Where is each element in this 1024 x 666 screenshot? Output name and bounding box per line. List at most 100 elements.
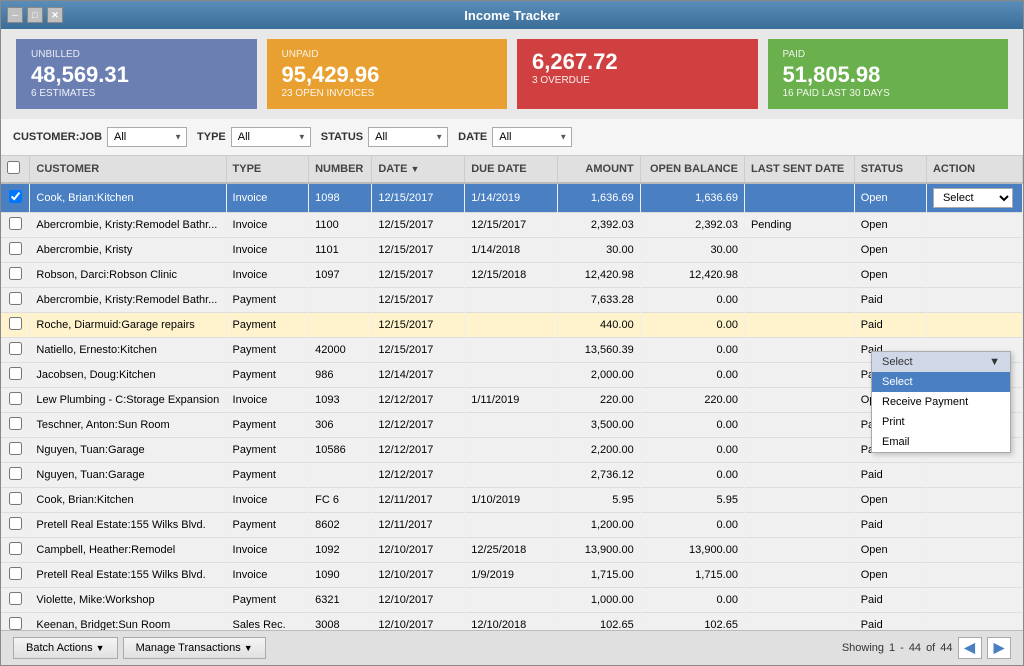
row-open-balance: 0.00	[640, 438, 744, 463]
row-checkbox[interactable]	[9, 342, 22, 355]
table-row: Pretell Real Estate:155 Wilks Blvd. Invo…	[1, 563, 1023, 588]
dropdown-item-email[interactable]: Email	[872, 432, 1010, 452]
row-checkbox[interactable]	[9, 617, 22, 630]
dropdown-chevron-icon: ▼	[989, 356, 1000, 368]
col-header-amount[interactable]: AMOUNT	[558, 156, 641, 183]
row-checkbox[interactable]	[9, 417, 22, 430]
row-checkbox-cell[interactable]	[1, 563, 30, 588]
row-checkbox-cell[interactable]	[1, 338, 30, 363]
col-header-last-sent[interactable]: LAST SENT DATE	[744, 156, 854, 183]
dropdown-item-receive-payment[interactable]: Receive Payment	[872, 392, 1010, 412]
row-checkbox-cell[interactable]	[1, 588, 30, 613]
manage-transactions-button[interactable]: Manage Transactions ▼	[123, 637, 266, 659]
row-due-date	[465, 313, 558, 338]
row-amount: 30.00	[558, 238, 641, 263]
row-checkbox[interactable]	[9, 317, 22, 330]
col-header-due-date[interactable]: DUE DATE	[465, 156, 558, 183]
row-type: Payment	[226, 463, 309, 488]
row-checkbox-cell[interactable]	[1, 288, 30, 313]
row-open-balance: 220.00	[640, 388, 744, 413]
row-action	[926, 488, 1022, 513]
dropdown-item-select[interactable]: Select	[872, 372, 1010, 392]
row-checkbox-cell[interactable]	[1, 263, 30, 288]
row-checkbox[interactable]	[9, 217, 22, 230]
row-checkbox[interactable]	[9, 267, 22, 280]
next-page-button[interactable]: ▶	[987, 637, 1011, 659]
table-row: Cook, Brian:Kitchen Invoice FC 6 12/11/2…	[1, 488, 1023, 513]
row-checkbox-cell[interactable]	[1, 488, 30, 513]
row-amount: 2,736.12	[558, 463, 641, 488]
row-checkbox[interactable]	[9, 467, 22, 480]
row-checkbox-cell[interactable]	[1, 388, 30, 413]
row-checkbox-cell[interactable]	[1, 413, 30, 438]
row-type: Invoice	[226, 183, 309, 213]
col-header-status[interactable]: STATUS	[854, 156, 926, 183]
row-checkbox-cell[interactable]	[1, 213, 30, 238]
row-checkbox[interactable]	[9, 190, 22, 203]
col-header-date[interactable]: DATE ▼	[372, 156, 465, 183]
select-all-header[interactable]	[1, 156, 30, 183]
row-last-sent	[744, 263, 854, 288]
row-checkbox-cell[interactable]	[1, 183, 30, 213]
status-select[interactable]: All	[368, 127, 448, 147]
row-due-date	[465, 513, 558, 538]
row-checkbox-cell[interactable]	[1, 313, 30, 338]
row-checkbox[interactable]	[9, 367, 22, 380]
row-due-date: 12/15/2018	[465, 263, 558, 288]
row-open-balance: 0.00	[640, 288, 744, 313]
row-checkbox-cell[interactable]	[1, 538, 30, 563]
date-select[interactable]: All	[492, 127, 572, 147]
row-checkbox[interactable]	[9, 592, 22, 605]
row-checkbox-cell[interactable]	[1, 238, 30, 263]
row-status: Open	[854, 488, 926, 513]
row-checkbox-cell[interactable]	[1, 363, 30, 388]
row-last-sent	[744, 288, 854, 313]
row-checkbox-cell[interactable]	[1, 438, 30, 463]
row-type: Sales Rec.	[226, 613, 309, 631]
row-action	[926, 563, 1022, 588]
row-number: 1093	[309, 388, 372, 413]
row-action	[926, 463, 1022, 488]
row-action	[926, 288, 1022, 313]
row-number: 1097	[309, 263, 372, 288]
row-number: 6321	[309, 588, 372, 613]
row-checkbox[interactable]	[9, 492, 22, 505]
col-header-open-balance[interactable]: OPEN BALANCE	[640, 156, 744, 183]
col-header-number[interactable]: NUMBER	[309, 156, 372, 183]
row-action	[926, 213, 1022, 238]
batch-actions-button[interactable]: Batch Actions ▼	[13, 637, 118, 659]
maximize-button[interactable]: □	[27, 7, 43, 23]
row-checkbox[interactable]	[9, 442, 22, 455]
customer-job-select[interactable]: All	[107, 127, 187, 147]
row-checkbox[interactable]	[9, 517, 22, 530]
row-customer: Campbell, Heather:Remodel	[30, 538, 226, 563]
row-status: Open	[854, 183, 926, 213]
row-checkbox[interactable]	[9, 392, 22, 405]
dropdown-item-print[interactable]: Print	[872, 412, 1010, 432]
row-type: Payment	[226, 438, 309, 463]
row-checkbox[interactable]	[9, 542, 22, 555]
select-all-checkbox[interactable]	[7, 161, 20, 174]
transactions-table-container: CUSTOMER TYPE NUMBER DATE ▼ DUE DATE AMO…	[1, 156, 1023, 630]
col-header-customer[interactable]: CUSTOMER	[30, 156, 226, 183]
row-checkbox-cell[interactable]	[1, 463, 30, 488]
row-status: Paid	[854, 588, 926, 613]
col-header-type[interactable]: TYPE	[226, 156, 309, 183]
footer-bar: Batch Actions ▼ Manage Transactions ▼ Sh…	[1, 630, 1023, 665]
row-checkbox[interactable]	[9, 567, 22, 580]
row-due-date	[465, 463, 558, 488]
dropdown-header: Select ▼	[872, 352, 1010, 372]
batch-actions-label: Batch Actions	[26, 642, 93, 654]
row-date: 12/10/2017	[372, 538, 465, 563]
minimize-button[interactable]: ─	[7, 7, 23, 23]
row-checkbox[interactable]	[9, 292, 22, 305]
action-select[interactable]: Select	[933, 188, 1013, 208]
close-button[interactable]: ✕	[47, 7, 63, 23]
row-checkbox-cell[interactable]	[1, 513, 30, 538]
table-row: Lew Plumbing - C:Storage Expansion Invoi…	[1, 388, 1023, 413]
type-select[interactable]: All	[231, 127, 311, 147]
prev-page-button[interactable]: ◀	[958, 637, 982, 659]
row-open-balance: 1,636.69	[640, 183, 744, 213]
row-checkbox[interactable]	[9, 242, 22, 255]
row-checkbox-cell[interactable]	[1, 613, 30, 631]
